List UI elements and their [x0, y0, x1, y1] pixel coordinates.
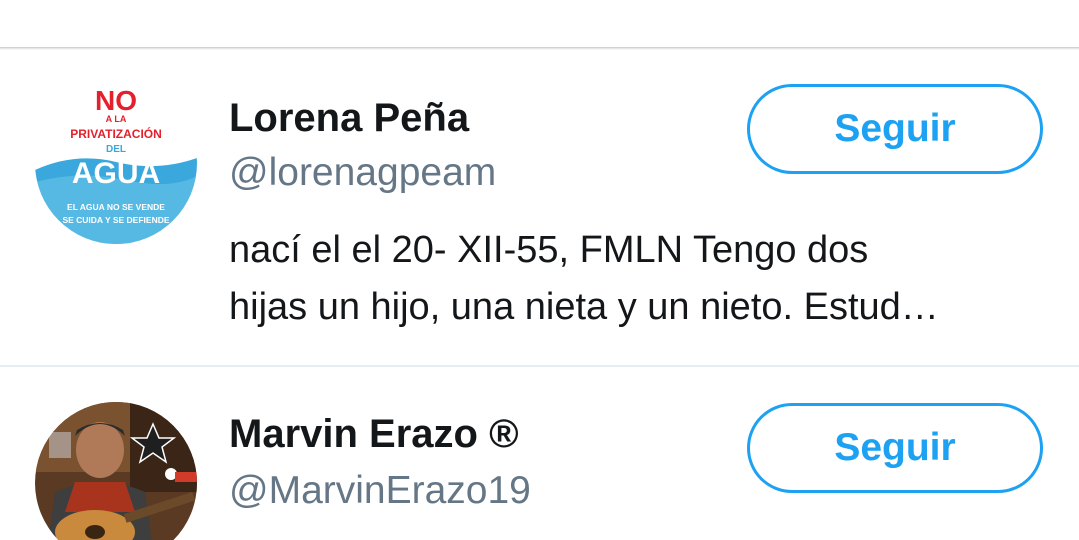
logo-del-text: DEL [106, 144, 126, 155]
logo-slogan-line-1: EL AGUA NO SE VENDE [67, 202, 165, 212]
no-privatizacion-agua-logo: NO A LA PRIVATIZACIÓN DEL AGUA EL AGUA N… [35, 82, 197, 244]
user-display-name[interactable]: Lorena Peña [229, 94, 469, 142]
user-handle: @MarvinErazo19 [229, 469, 531, 512]
user-card[interactable]: NO A LA PRIVATIZACIÓN DEL AGUA EL AGUA N… [0, 50, 1079, 366]
user-card[interactable]: Marvin Erazo ® @MarvinErazo19 Seguir [0, 367, 1079, 540]
bio-line: nací el el 20- XII-55, FMLN Tengo dos [229, 229, 869, 271]
user-bio: nací el el 20- XII-55, FMLN Tengo dos hi… [229, 222, 1049, 336]
avatar[interactable]: NO A LA PRIVATIZACIÓN DEL AGUA EL AGUA N… [35, 82, 197, 244]
follow-button[interactable]: Seguir [747, 403, 1043, 493]
logo-a-la-text: A LA [106, 114, 127, 124]
guitarist-photo [35, 402, 197, 540]
bio-line: hijas un hijo, una nieta y un nieto. Est… [229, 286, 939, 328]
follow-button[interactable]: Seguir [747, 84, 1043, 174]
logo-no-text: NO [95, 85, 137, 116]
user-handle: @lorenagpeam [229, 151, 497, 194]
logo-slogan-line-2: SE CUIDA Y SE DEFIENDE [62, 215, 169, 225]
top-app-bar [0, 0, 1079, 48]
logo-privatizacion-text: PRIVATIZACIÓN [70, 126, 162, 141]
avatar[interactable] [35, 402, 197, 540]
user-display-name[interactable]: Marvin Erazo ® [229, 410, 519, 458]
logo-agua-text: AGUA [72, 157, 160, 190]
